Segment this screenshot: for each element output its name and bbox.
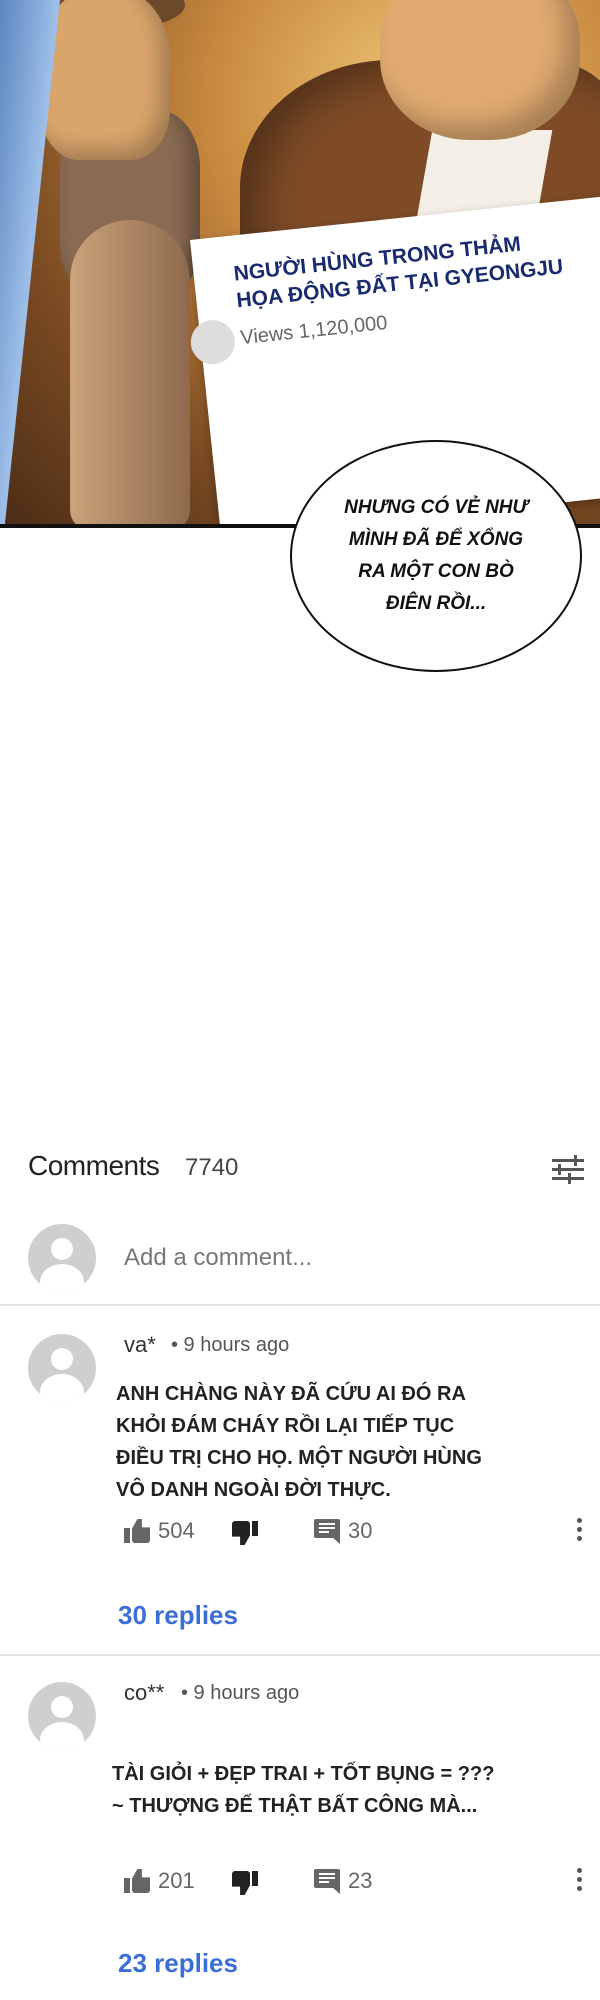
like-button[interactable]: 201 <box>124 1866 195 1896</box>
reply-button[interactable]: 30 <box>314 1516 372 1546</box>
comments-count: 7740 <box>185 1154 239 1181</box>
comments-header: Comments 7740 <box>28 1150 588 1190</box>
character-face-right <box>380 0 580 140</box>
thumbs-up-icon <box>124 1519 150 1543</box>
finger <box>70 220 190 528</box>
current-user-avatar <box>28 1224 96 1292</box>
more-vertical-icon[interactable] <box>577 1868 583 1894</box>
reply-button[interactable]: 23 <box>314 1866 372 1896</box>
speech-bubble-text: Nhưng có vẻ như mình đã để xổng ra một c… <box>344 497 528 614</box>
news-card-title: Người hùng trong thảm họa động đất tại G… <box>232 232 565 313</box>
comment-author[interactable]: va* <box>124 1332 156 1358</box>
replies-link[interactable]: 30 replies <box>118 1600 238 1631</box>
comment-avatar <box>28 1682 96 1750</box>
like-button[interactable]: 504 <box>124 1516 195 1546</box>
reply-count: 30 <box>348 1518 373 1543</box>
speech-bubble: Nhưng có vẻ như mình đã để xổng ra một c… <box>290 440 582 672</box>
comment-time: • 9 hours ago <box>181 1682 300 1704</box>
comment-time: • 9 hours ago <box>171 1334 290 1356</box>
sliders-icon[interactable] <box>552 1154 584 1184</box>
thumbs-up-icon <box>124 1869 150 1893</box>
reply-count: 23 <box>348 1868 373 1893</box>
divider <box>0 1304 600 1306</box>
more-vertical-icon[interactable] <box>577 1518 583 1544</box>
dislike-button[interactable] <box>232 1518 258 1548</box>
thumbs-down-icon <box>232 1871 258 1895</box>
comment-icon <box>314 1519 340 1544</box>
add-comment-input[interactable]: Add a comment... <box>124 1244 312 1272</box>
like-count: 201 <box>158 1868 195 1893</box>
comment-icon <box>314 1869 340 1894</box>
comment-author[interactable]: co** <box>124 1680 164 1706</box>
news-card-views: Views 1,120,000 <box>239 311 389 350</box>
comment-avatar <box>28 1334 96 1402</box>
comment-text: Anh chàng này đã cứu ai đó ra khỏi đám c… <box>116 1383 482 1501</box>
divider <box>0 1654 600 1656</box>
thumbs-down-icon <box>232 1521 258 1545</box>
replies-link[interactable]: 23 replies <box>118 1948 238 1979</box>
dislike-button[interactable] <box>232 1868 258 1898</box>
character-face-left <box>40 0 170 160</box>
comments-title: Comments <box>28 1150 160 1181</box>
comic-panel: Người hùng trong thảm họa động đất tại G… <box>0 0 600 528</box>
like-count: 504 <box>158 1518 195 1543</box>
comment-text: Tài giỏi + đẹp trai + tốt bụng = ??? ~ T… <box>112 1763 495 1817</box>
